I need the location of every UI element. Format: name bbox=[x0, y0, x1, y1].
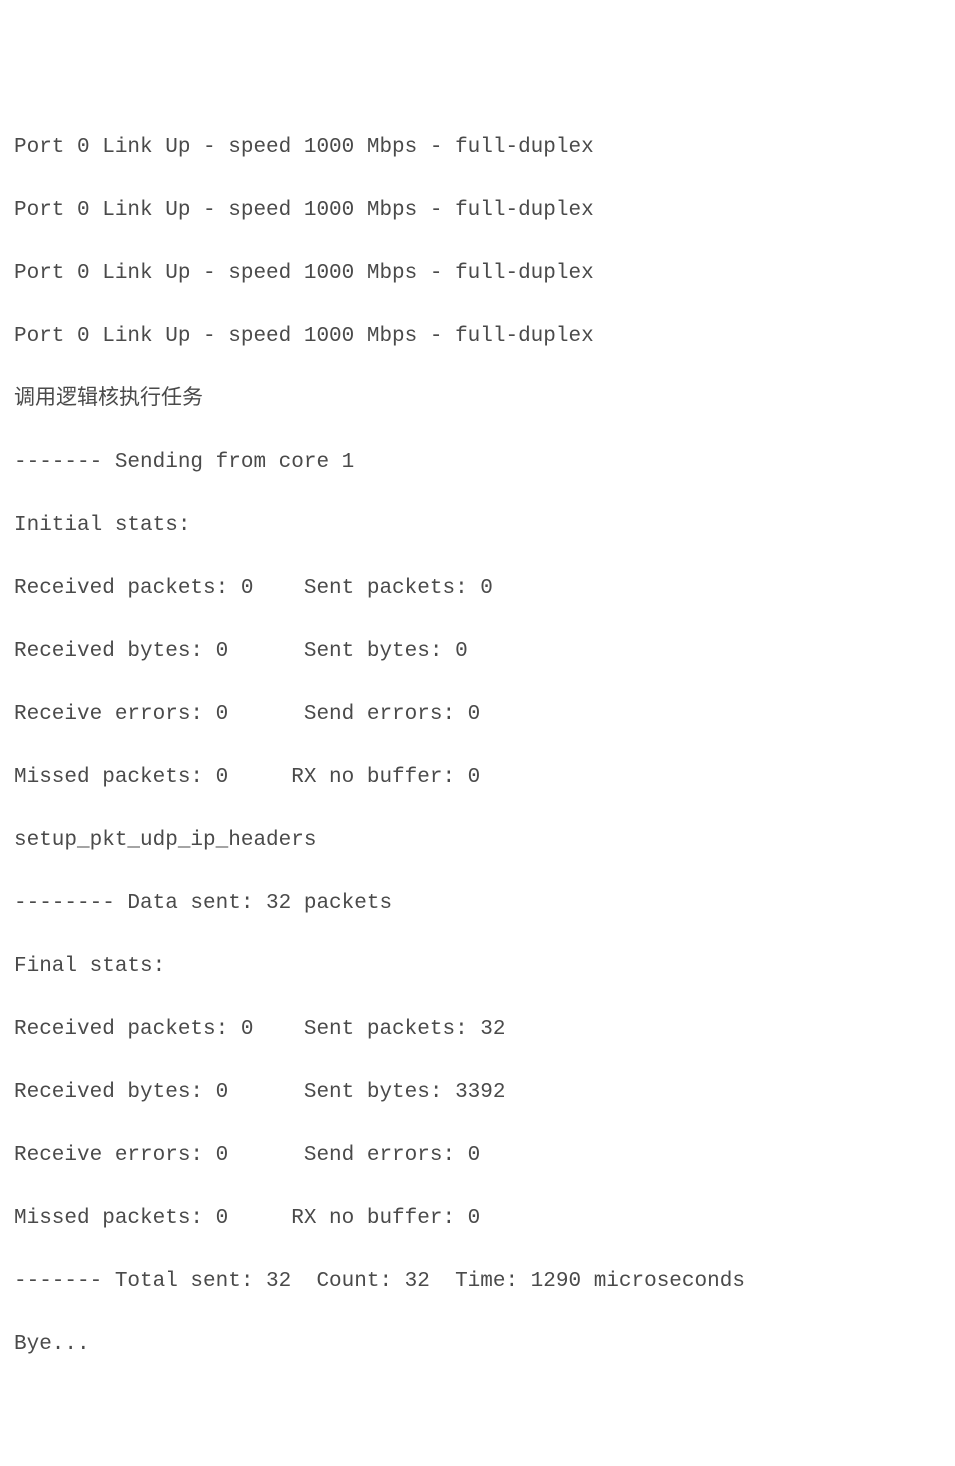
terminal-line-total-summary: ------- Total sent: 32 Count: 32 Time: 1… bbox=[14, 1266, 941, 1298]
terminal-line-initial-receive-send-errors: Receive errors: 0 Send errors: 0 bbox=[14, 699, 941, 731]
terminal-line-logic-core-task: 调用逻辑核执行任务 bbox=[14, 384, 941, 416]
terminal-line-sending-core: ------- Sending from core 1 bbox=[14, 447, 941, 479]
terminal-line-final-stats-header: Final stats: bbox=[14, 951, 941, 983]
terminal-line-port-link-3: Port 0 Link Up - speed 1000 Mbps - full-… bbox=[14, 321, 941, 353]
terminal-line-final-received-sent-bytes: Received bytes: 0 Sent bytes: 3392 bbox=[14, 1077, 941, 1109]
terminal-line-setup-pkt-headers: setup_pkt_udp_ip_headers bbox=[14, 825, 941, 857]
terminal-line-final-received-sent-packets: Received packets: 0 Sent packets: 32 bbox=[14, 1014, 941, 1046]
terminal-line-bye: Bye... bbox=[14, 1329, 941, 1361]
terminal-line-initial-missed-rx-buffer: Missed packets: 0 RX no buffer: 0 bbox=[14, 762, 941, 794]
terminal-line-port-link-2: Port 0 Link Up - speed 1000 Mbps - full-… bbox=[14, 258, 941, 290]
terminal-line-initial-received-sent-bytes: Received bytes: 0 Sent bytes: 0 bbox=[14, 636, 941, 668]
terminal-line-initial-stats-header: Initial stats: bbox=[14, 510, 941, 542]
terminal-line-port-link-1: Port 0 Link Up - speed 1000 Mbps - full-… bbox=[14, 195, 941, 227]
terminal-line-final-receive-send-errors: Receive errors: 0 Send errors: 0 bbox=[14, 1140, 941, 1172]
terminal-line-port-link-0: Port 0 Link Up - speed 1000 Mbps - full-… bbox=[14, 132, 941, 164]
terminal-line-final-missed-rx-buffer: Missed packets: 0 RX no buffer: 0 bbox=[14, 1203, 941, 1235]
terminal-line-initial-received-sent-packets: Received packets: 0 Sent packets: 0 bbox=[14, 573, 941, 605]
terminal-line-data-sent: -------- Data sent: 32 packets bbox=[14, 888, 941, 920]
